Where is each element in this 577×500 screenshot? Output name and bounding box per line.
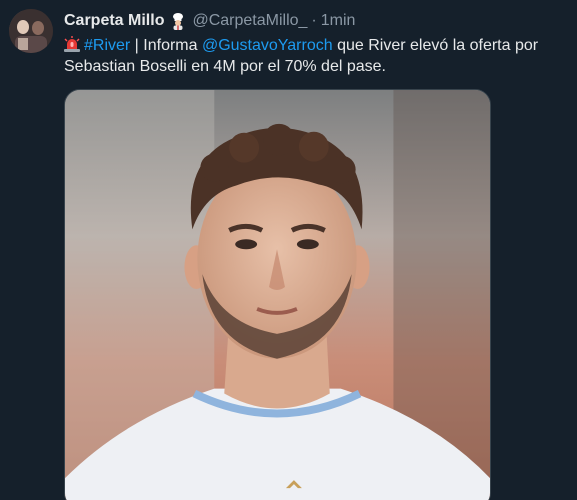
chef-emoji-icon bbox=[170, 12, 186, 30]
avatar[interactable] bbox=[9, 9, 53, 53]
mention-link[interactable]: @GustavoYarroch bbox=[202, 37, 333, 54]
tweet-header: Carpeta Millo @CarpetaMillo_ · 1min bbox=[64, 11, 355, 31]
hashtag-link[interactable]: #River bbox=[84, 37, 130, 54]
tweet-text: #River | Informa @GustavoYarroch que Riv… bbox=[64, 35, 554, 77]
tweet-media-photo[interactable] bbox=[64, 89, 491, 500]
handle[interactable]: @CarpetaMillo_ bbox=[192, 11, 307, 31]
separator: · bbox=[311, 12, 317, 29]
text-divider: | Informa bbox=[130, 37, 202, 54]
timestamp[interactable]: 1min bbox=[321, 11, 356, 31]
tweet[interactable]: Carpeta Millo @CarpetaMillo_ · 1min #Riv… bbox=[0, 0, 577, 500]
display-name[interactable]: Carpeta Millo bbox=[64, 11, 164, 31]
siren-icon bbox=[64, 36, 80, 52]
